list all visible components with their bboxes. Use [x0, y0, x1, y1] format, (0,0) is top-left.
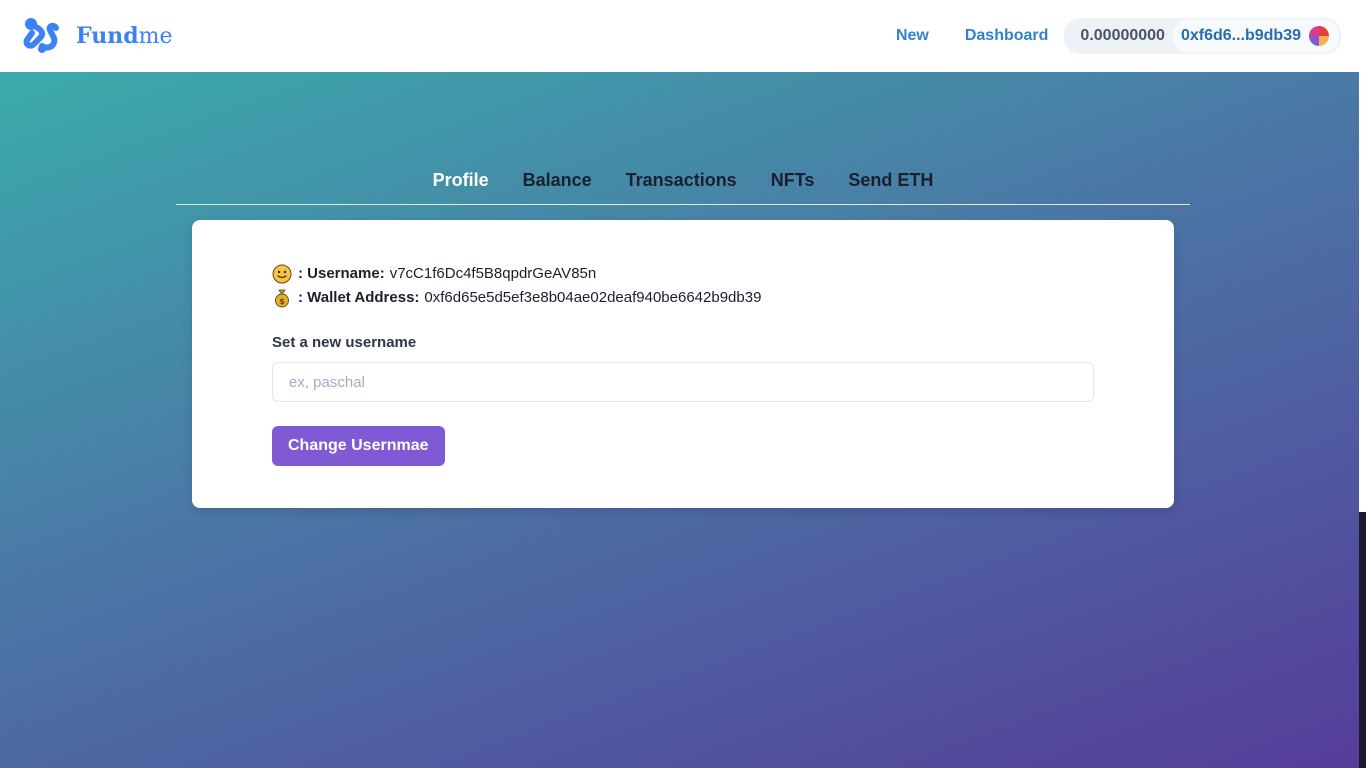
wallet-address-short: 0xf6d6...b9db39 [1180, 27, 1301, 44]
username-label: : Username: [298, 265, 385, 282]
wallet-address-button[interactable]: 0xf6d6...b9db39 [1172, 20, 1339, 52]
brand-name-light: me [138, 24, 173, 49]
money-bag-icon: $ [272, 288, 292, 308]
brand-name-bold: Fund [76, 23, 139, 49]
wallet-address-value: 0xf6d65e5d5ef3e8b04ae02deaf940be6642b9db… [424, 289, 762, 306]
nav-link-new[interactable]: New [896, 27, 929, 45]
wallet-pill[interactable]: 0.00000000 0xf6d6...b9db39 [1064, 18, 1341, 54]
scrollbar[interactable] [1359, 0, 1366, 768]
nav-right: New Dashboard 0.00000000 0xf6d6...b9db39 [896, 18, 1341, 54]
change-username-button[interactable]: Change Usernmae [272, 426, 445, 466]
brand[interactable]: Fundme [22, 16, 173, 56]
wallet-balance: 0.00000000 [1080, 27, 1165, 44]
svg-text:$: $ [279, 297, 285, 306]
new-username-input[interactable] [272, 362, 1094, 402]
tab-balance[interactable]: Balance [523, 158, 592, 204]
smiley-face-icon [272, 264, 292, 284]
tab-transactions[interactable]: Transactions [626, 158, 737, 204]
tab-send-eth[interactable]: Send ETH [848, 158, 933, 204]
wallet-address-label: : Wallet Address: [298, 289, 420, 306]
fundme-logo-icon[interactable] [22, 16, 62, 56]
profile-tabs: Profile Balance Transactions NFTs Send E… [176, 158, 1190, 205]
wallet-avatar-icon [1309, 26, 1329, 46]
wallet-address-row: $ : Wallet Address: 0xf6d65e5d5ef3e8b04a… [272, 286, 1094, 310]
username-row: : Username: v7cC1f6Dc4f5B8qpdrGeAV85n [272, 262, 1094, 286]
profile-card: : Username: v7cC1f6Dc4f5B8qpdrGeAV85n $ … [192, 220, 1174, 508]
new-username-label: Set a new username [272, 334, 417, 351]
tab-nfts[interactable]: NFTs [771, 158, 815, 204]
top-navbar: Fundme New Dashboard 0.00000000 0xf6d6..… [0, 0, 1359, 72]
scrollbar-thumb[interactable] [1359, 512, 1366, 768]
tab-profile[interactable]: Profile [433, 158, 489, 204]
brand-name[interactable]: Fundme [76, 23, 173, 49]
nav-link-dashboard[interactable]: Dashboard [965, 27, 1049, 45]
username-value: v7cC1f6Dc4f5B8qpdrGeAV85n [389, 265, 597, 282]
